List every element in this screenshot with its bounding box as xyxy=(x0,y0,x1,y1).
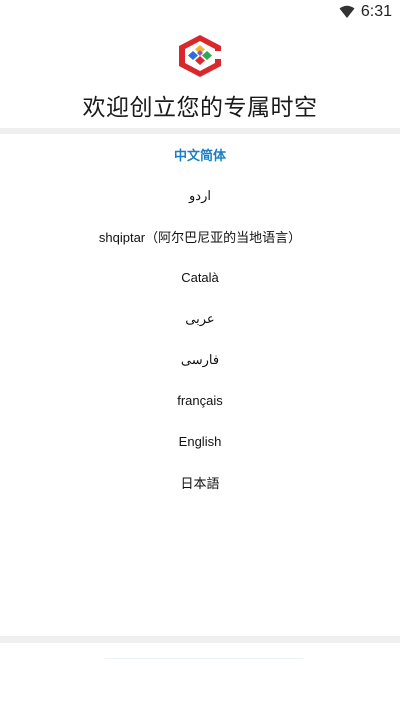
divider-bottom xyxy=(0,636,400,643)
language-option-ar[interactable]: عربى xyxy=(0,298,400,339)
language-option-fr[interactable]: français xyxy=(0,380,400,421)
language-option-zh-cn[interactable]: 中文简体 xyxy=(0,134,400,175)
faint-line xyxy=(105,658,303,659)
language-option-sq[interactable]: shqiptar（阿尔巴尼亚的当地语言） xyxy=(0,216,400,257)
language-label: 日本語 xyxy=(180,476,220,491)
language-list: 中文简体 اردو shqiptar（阿尔巴尼亚的当地语言） Català عر… xyxy=(0,134,400,503)
language-option-en[interactable]: English xyxy=(0,421,400,462)
status-time: 6:31 xyxy=(360,3,392,20)
language-option-fa[interactable]: فارسی xyxy=(0,339,400,380)
status-bar: 6:31 xyxy=(0,0,400,24)
language-label: اردو xyxy=(189,187,211,203)
wifi-icon xyxy=(339,5,355,18)
language-option-ur[interactable]: اردو xyxy=(0,175,400,216)
screen: 6:31 欢迎创立您的专属时空 中文简体 اردو shqiptar（阿尔巴尼亚… xyxy=(0,0,400,711)
language-label: عربى xyxy=(185,310,215,326)
language-label: Català xyxy=(181,270,219,285)
app-logo xyxy=(179,35,221,77)
language-option-ca[interactable]: Català xyxy=(0,257,400,298)
welcome-title: 欢迎创立您的专属时空 xyxy=(82,95,318,121)
language-label: français xyxy=(177,393,223,408)
language-label: English xyxy=(178,434,222,449)
language-label: shqiptar（阿尔巴尼亚的当地语言） xyxy=(98,230,302,245)
header: 欢迎创立您的专属时空 xyxy=(0,24,400,128)
language-option-ja[interactable]: 日本語 xyxy=(0,462,400,503)
bottom-area xyxy=(0,643,400,711)
language-label: 中文简体 xyxy=(173,148,226,163)
language-label: فارسی xyxy=(180,351,220,367)
